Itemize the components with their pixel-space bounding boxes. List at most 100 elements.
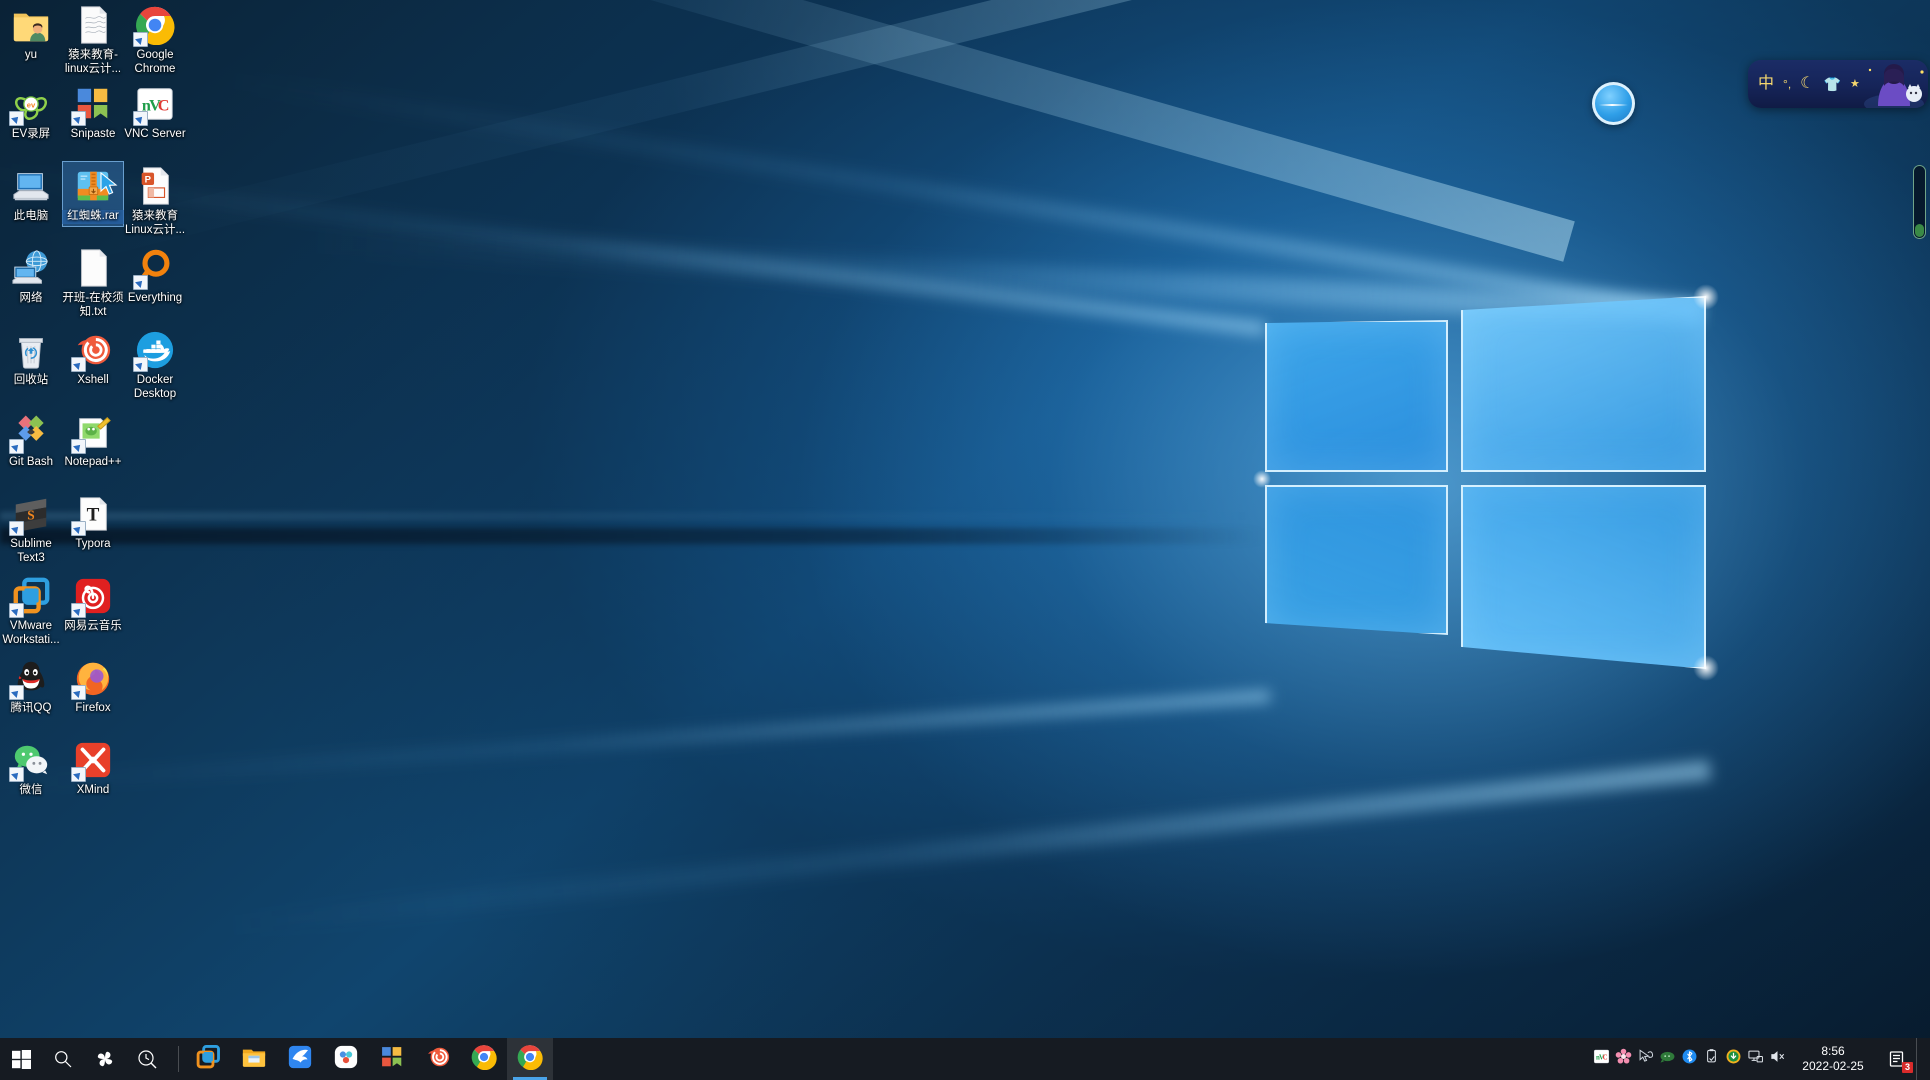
taskbar-app-google-chrome[interactable] bbox=[507, 1038, 553, 1080]
shortcut-arrow-icon bbox=[133, 32, 148, 47]
desktop-icon-label: yu bbox=[24, 49, 38, 61]
desktop-icon-text-document[interactable]: 猿来教育-linux云计... bbox=[62, 0, 124, 79]
desktop-icon-label: Sublime Text3 bbox=[10, 538, 52, 564]
taskbar-app-foxmail-bird[interactable] bbox=[277, 1038, 323, 1080]
wechat-icon bbox=[9, 739, 52, 782]
search-button[interactable] bbox=[42, 1038, 84, 1080]
desktop-icon-vnc-server[interactable]: Vn C VNC Server bbox=[124, 79, 186, 145]
wallpaper-light-ray bbox=[217, 760, 1712, 937]
punctuation-icon[interactable]: °, bbox=[1783, 76, 1791, 92]
desktop-icon-netease-cloud-music[interactable]: 网易云音乐 bbox=[62, 571, 124, 637]
desktop-icon-tencent-qq[interactable]: 腾讯QQ bbox=[0, 653, 62, 719]
clock-time: 8:56 bbox=[1821, 1044, 1845, 1058]
taskbar-app-xshell[interactable] bbox=[415, 1038, 461, 1080]
vmware-workstation-icon bbox=[9, 575, 52, 618]
desktop-icon-ev-recorder[interactable]: ev EV录屏 bbox=[0, 79, 62, 145]
foxmail-bird-icon bbox=[287, 1044, 313, 1075]
taskbar-clock[interactable]: 8:56 2022-02-25 bbox=[1788, 1044, 1880, 1074]
shortcut-arrow-icon bbox=[71, 439, 86, 454]
desktop-icon-wechat[interactable]: 微信 bbox=[0, 735, 62, 801]
desktop-icon-xshell[interactable]: Xshell bbox=[62, 325, 124, 391]
typora-icon: T bbox=[71, 493, 114, 536]
sogou-input-tray-icon[interactable] bbox=[1612, 1046, 1634, 1072]
show-desktop-button[interactable] bbox=[1916, 1038, 1926, 1080]
network-tray-icon[interactable] bbox=[1744, 1046, 1766, 1072]
outfit-skin-icon[interactable]: 👕 bbox=[1824, 76, 1841, 92]
floating-assistant-ball[interactable] bbox=[1592, 82, 1635, 125]
bluetooth-icon bbox=[1681, 1048, 1698, 1070]
desktop-icon-folder-user[interactable]: yu bbox=[0, 0, 62, 66]
taskbar-app-file-explorer[interactable] bbox=[231, 1038, 277, 1080]
safely-remove-tray-icon[interactable] bbox=[1700, 1046, 1722, 1072]
desktop-wallpaper[interactable] bbox=[0, 0, 1930, 1080]
start-button[interactable] bbox=[0, 1038, 42, 1080]
taskbar-app-list[interactable] bbox=[185, 1038, 553, 1080]
desktop-icon-xmind[interactable]: XMind bbox=[62, 735, 124, 801]
wallpaper-light-ray bbox=[25, 0, 1575, 262]
windows-logo-icon bbox=[11, 1049, 31, 1069]
tencent-meeting-icon bbox=[333, 1044, 359, 1075]
vnc-server-icon: VnC bbox=[133, 83, 176, 126]
mouse-utility-tray-icon[interactable] bbox=[1634, 1046, 1656, 1072]
desktop-icon-grid[interactable]: yu 猿来教育-linux云计... Google Chrome ev EV录屏 Snip… bbox=[0, 0, 200, 1020]
shortcut-arrow-icon bbox=[133, 357, 148, 372]
recycle-bin-icon bbox=[10, 329, 52, 371]
bluetooth-tray-icon[interactable] bbox=[1678, 1046, 1700, 1072]
moon-skin-icon[interactable]: ☾ bbox=[1800, 76, 1814, 92]
svg-text:C: C bbox=[1602, 1054, 1607, 1061]
logo-glint bbox=[1253, 470, 1271, 488]
desktop-icon-text-file[interactable]: 开班-在校须知.txt bbox=[62, 243, 124, 322]
desktop-icon-label: 猿来教育-linux云计... bbox=[64, 49, 122, 75]
desktop-icon-powerpoint-document[interactable]: P 猿来教育Linux云计... bbox=[124, 161, 186, 240]
desktop-icon-network[interactable]: 网络 bbox=[0, 243, 62, 309]
desktop-icon-snipaste[interactable]: Snipaste bbox=[62, 79, 124, 145]
action-center-button[interactable]: 3 bbox=[1880, 1038, 1916, 1080]
desktop-icon-firefox[interactable]: Firefox bbox=[62, 653, 124, 719]
star-icon[interactable]: ★ bbox=[1850, 76, 1860, 92]
clock-date: 2022-02-25 bbox=[1802, 1059, 1864, 1073]
edge-volume-slider[interactable] bbox=[1913, 165, 1926, 239]
snipaste-tray-button[interactable] bbox=[84, 1038, 126, 1080]
desktop-icon-everything-search[interactable]: Everything bbox=[124, 243, 186, 309]
network-icon bbox=[10, 247, 52, 289]
taskbar-app-google-chrome[interactable] bbox=[461, 1038, 507, 1080]
desktop-icon-this-pc[interactable]: 此电脑 bbox=[0, 161, 62, 227]
folder-user-icon bbox=[10, 4, 52, 46]
desktop-icon-label: 腾讯QQ bbox=[10, 702, 52, 714]
desktop-icon-git-bash[interactable]: Git Bash bbox=[0, 407, 62, 473]
desktop-icon-google-chrome[interactable]: Google Chrome bbox=[124, 0, 186, 79]
tencent-qq-icon bbox=[9, 657, 52, 700]
tray-icon-list[interactable]: VnC bbox=[1590, 1046, 1788, 1072]
desktop-icon-label: VNC Server bbox=[124, 128, 186, 140]
everything-button[interactable] bbox=[126, 1038, 168, 1080]
logo-glint bbox=[1693, 655, 1719, 681]
volume-tray-icon[interactable] bbox=[1766, 1046, 1788, 1072]
firefox-icon bbox=[71, 657, 114, 700]
taskbar-left-section[interactable] bbox=[0, 1038, 553, 1080]
sogou-input-toolbar[interactable]: 中 °, ☾ 👕 ★ bbox=[1748, 60, 1928, 108]
everything-search-icon bbox=[137, 1049, 156, 1068]
desktop-icon-notepad-plus-plus[interactable]: Notepad++ bbox=[62, 407, 124, 473]
taskbar-app-tencent-meeting[interactable] bbox=[323, 1038, 369, 1080]
taskbar-app-snipaste[interactable] bbox=[369, 1038, 415, 1080]
shortcut-arrow-icon bbox=[71, 767, 86, 782]
desktop-icon-sublime-text[interactable]: S Sublime Text3 bbox=[0, 489, 62, 568]
logo-glint bbox=[1693, 284, 1719, 310]
vnc-tray-icon[interactable]: VnC bbox=[1590, 1046, 1612, 1072]
desktop-icon-vmware-workstation[interactable]: VMware Workstati... bbox=[0, 571, 62, 650]
ev-recorder-icon: ev bbox=[9, 83, 52, 126]
updater-tray-icon[interactable] bbox=[1722, 1046, 1744, 1072]
taskbar-app-vmware-workstation[interactable] bbox=[185, 1038, 231, 1080]
language-mode-icon[interactable]: 中 bbox=[1758, 76, 1774, 92]
desktop-icon-label: Notepad++ bbox=[64, 456, 122, 468]
desktop-icon-typora[interactable]: T Typora bbox=[62, 489, 124, 555]
taskbar[interactable]: VnC 8:56 2022-02-25 3 bbox=[0, 1038, 1930, 1080]
qq-tray-icon[interactable] bbox=[1656, 1046, 1678, 1072]
snipaste-icon bbox=[379, 1044, 405, 1075]
text-file-icon bbox=[72, 247, 114, 289]
system-tray[interactable]: VnC 8:56 2022-02-25 3 bbox=[1590, 1038, 1930, 1080]
desktop-icon-docker-desktop[interactable]: Docker Desktop bbox=[124, 325, 186, 404]
text-document-icon bbox=[72, 4, 114, 46]
svg-text:C: C bbox=[158, 97, 170, 115]
desktop-icon-recycle-bin[interactable]: 回收站 bbox=[0, 325, 62, 391]
